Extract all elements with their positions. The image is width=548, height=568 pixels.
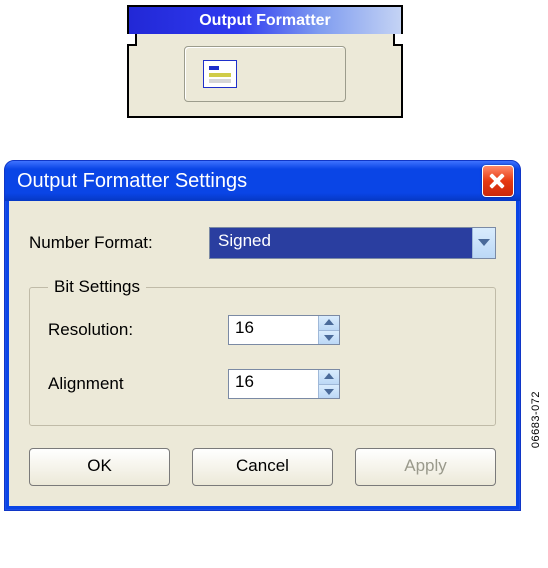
resolution-value: 16 (229, 316, 318, 344)
alignment-row: Alignment 16 (48, 369, 477, 399)
resolution-stepper[interactable]: 16 (228, 315, 340, 345)
output-formatter-settings-dialog: Output Formatter Settings Number Format:… (4, 160, 521, 511)
dialog-title: Output Formatter Settings (17, 170, 482, 193)
chevron-down-icon (472, 228, 495, 258)
alignment-down-button[interactable] (319, 384, 339, 399)
dialog-client-area: Number Format: Signed Bit Settings Resol… (9, 201, 516, 506)
dialog-buttons: OK Cancel Apply (29, 448, 496, 486)
resolution-down-button[interactable] (319, 330, 339, 345)
close-button[interactable] (482, 165, 514, 197)
formatter-icon (203, 60, 237, 88)
alignment-spin-buttons (318, 370, 339, 398)
ok-button[interactable]: OK (29, 448, 170, 486)
alignment-label: Alignment (48, 374, 228, 394)
resolution-row: Resolution: 16 (48, 315, 477, 345)
alignment-stepper[interactable]: 16 (228, 369, 340, 399)
module-titlebar: Output Formatter (129, 7, 401, 34)
module-body (129, 34, 401, 116)
module-title: Output Formatter (199, 12, 331, 29)
resolution-spin-buttons (318, 316, 339, 344)
alignment-up-button[interactable] (319, 370, 339, 384)
number-format-row: Number Format: Signed (29, 227, 496, 259)
dialog-titlebar[interactable]: Output Formatter Settings (5, 161, 520, 201)
module-slot[interactable] (184, 46, 346, 102)
figure-code-label: 06683-072 (530, 391, 542, 448)
cancel-button[interactable]: Cancel (192, 448, 333, 486)
bit-settings-group: Bit Settings Resolution: 16 Alignment 16 (29, 277, 496, 426)
bit-settings-legend: Bit Settings (48, 277, 146, 297)
resolution-label: Resolution: (48, 320, 228, 340)
number-format-select[interactable]: Signed (209, 227, 496, 259)
module-port-right (393, 34, 403, 46)
apply-button: Apply (355, 448, 496, 486)
number-format-value: Signed (210, 228, 472, 258)
number-format-label: Number Format: (29, 233, 209, 253)
output-formatter-module: Output Formatter (127, 5, 403, 118)
module-port-left (127, 34, 137, 46)
resolution-up-button[interactable] (319, 316, 339, 330)
alignment-value: 16 (229, 370, 318, 398)
